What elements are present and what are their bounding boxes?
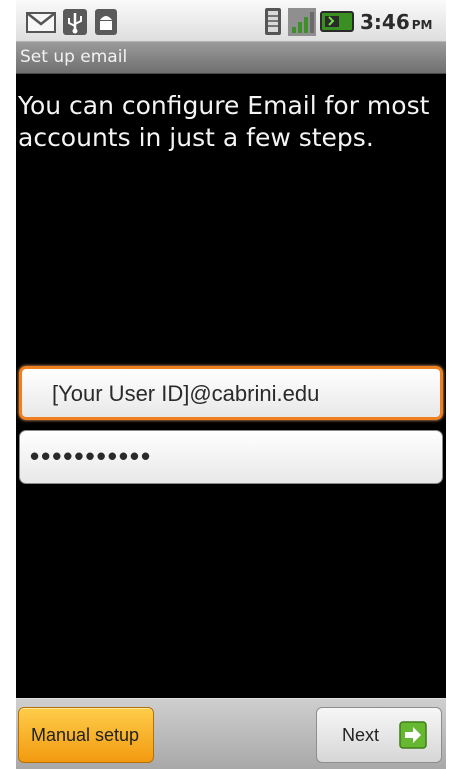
- phone-screen: 3:46 PM Set up email You can configure Em…: [16, 0, 446, 769]
- next-arrow-icon: [399, 721, 427, 749]
- intro-text: You can configure Email for most account…: [18, 91, 430, 152]
- status-bar: 3:46 PM: [16, 0, 446, 42]
- usb-icon: [63, 9, 87, 35]
- next-button[interactable]: Next: [316, 707, 442, 763]
- page-title: Set up email: [20, 47, 128, 67]
- android-debug-icon: [95, 9, 117, 35]
- email-field[interactable]: [Your User ID]@cabrini.edu: [19, 366, 443, 420]
- clock-time: 3:46: [360, 10, 410, 34]
- manual-setup-label: Manual setup: [31, 725, 140, 745]
- clock: 3:46 PM: [360, 10, 433, 34]
- clock-ampm: PM: [411, 18, 433, 32]
- battery-icon: [320, 11, 354, 32]
- title-bar: Set up email: [16, 42, 446, 74]
- manual-setup-button[interactable]: Manual setup: [18, 707, 154, 763]
- gmail-icon: [26, 12, 56, 33]
- signal-icon: [288, 8, 316, 36]
- password-field[interactable]: •••••••••••: [19, 430, 443, 484]
- bottom-button-bar: Manual setup Next: [16, 698, 446, 769]
- next-label: Next: [342, 725, 380, 745]
- vibrate-icon: [265, 8, 281, 35]
